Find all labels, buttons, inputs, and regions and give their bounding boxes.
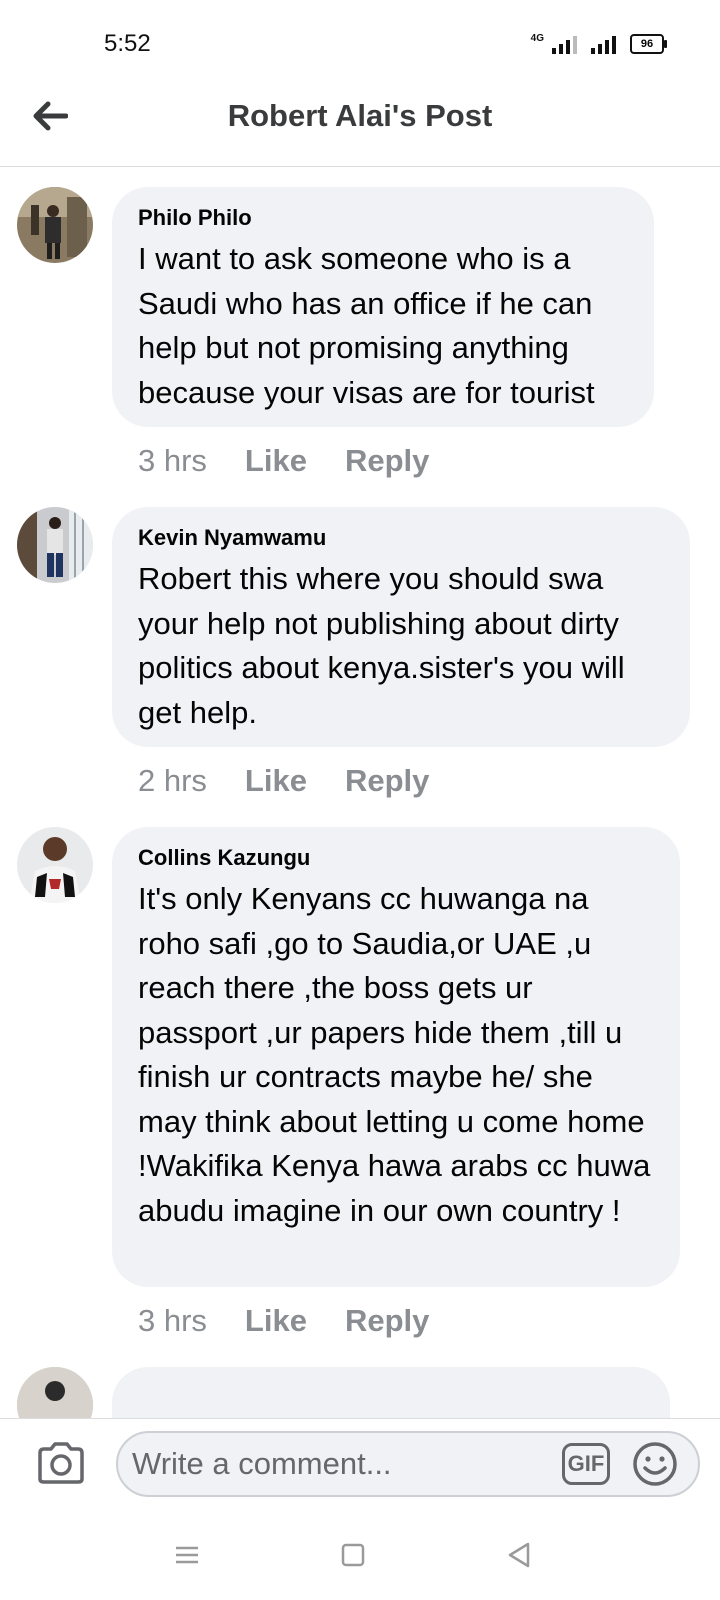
signal-icon xyxy=(552,34,577,54)
comment-author[interactable]: Collins Kazungu xyxy=(138,845,654,871)
smiley-icon xyxy=(633,1442,677,1486)
app-header: Robert Alai's Post xyxy=(0,90,720,167)
page-title: Robert Alai's Post xyxy=(227,98,493,133)
system-nav-bar xyxy=(0,1504,720,1600)
battery-icon: 96 xyxy=(630,34,667,54)
reply-button[interactable]: Reply xyxy=(345,763,429,799)
like-button[interactable]: Like xyxy=(245,763,307,799)
back-nav-button[interactable] xyxy=(504,1540,534,1570)
avatar[interactable] xyxy=(17,1367,93,1418)
status-bar: 5:52 4G 96 xyxy=(0,0,720,90)
camera-button[interactable] xyxy=(36,1441,86,1485)
battery-level: 96 xyxy=(640,38,654,50)
comment-input[interactable] xyxy=(116,1431,700,1497)
menu-nav-button[interactable] xyxy=(172,1540,202,1570)
comment-bubble: Philo Philo I want to ask someone who is… xyxy=(112,187,654,427)
avatar[interactable] xyxy=(17,507,93,583)
signal-icon-2 xyxy=(591,34,616,54)
status-icons: 4G 96 xyxy=(530,32,667,54)
like-button[interactable]: Like xyxy=(245,1303,307,1339)
comment-actions: 3 hrs Like Reply xyxy=(138,443,429,479)
menu-icon xyxy=(176,1546,198,1564)
comment-bubble: Kevin Nyamwamu Robert this where you sho… xyxy=(112,507,690,747)
comment-bubble: Collins Kazungu It's only Kenyans cc huw… xyxy=(112,827,680,1287)
reply-button[interactable]: Reply xyxy=(345,1303,429,1339)
gif-button[interactable]: GIF xyxy=(562,1443,610,1485)
like-button[interactable]: Like xyxy=(245,443,307,479)
camera-icon xyxy=(38,1442,84,1484)
home-nav-button[interactable] xyxy=(338,1540,368,1570)
comment-text: It's only Kenyans cc huwanga na roho saf… xyxy=(138,881,651,1228)
comment-actions: 3 hrs Like Reply xyxy=(138,1303,429,1339)
comments-list: Philo Philo I want to ask someone who is… xyxy=(0,167,720,1418)
comment-text: I want to ask someone who is a Saudi who… xyxy=(138,241,595,410)
comment-time[interactable]: 2 hrs xyxy=(138,763,207,799)
back-triangle-icon xyxy=(508,1542,530,1568)
comment-actions: 2 hrs Like Reply xyxy=(138,763,429,799)
avatar[interactable] xyxy=(17,187,93,263)
network-type-label: 4G xyxy=(530,33,544,44)
comment-author[interactable]: Kevin Nyamwamu xyxy=(138,525,664,551)
comment-bubble xyxy=(112,1367,670,1418)
reply-button[interactable]: Reply xyxy=(345,443,429,479)
comment-time[interactable]: 3 hrs xyxy=(138,443,207,479)
comment-author[interactable]: Philo Philo xyxy=(138,205,628,231)
emoji-button[interactable] xyxy=(632,1441,678,1487)
home-square-icon xyxy=(341,1543,365,1567)
comment-composer: GIF xyxy=(0,1418,720,1505)
comment-text: Robert this where you should swa your he… xyxy=(138,561,625,730)
avatar[interactable] xyxy=(17,827,93,903)
status-time: 5:52 xyxy=(104,30,151,57)
comment-time[interactable]: 3 hrs xyxy=(138,1303,207,1339)
